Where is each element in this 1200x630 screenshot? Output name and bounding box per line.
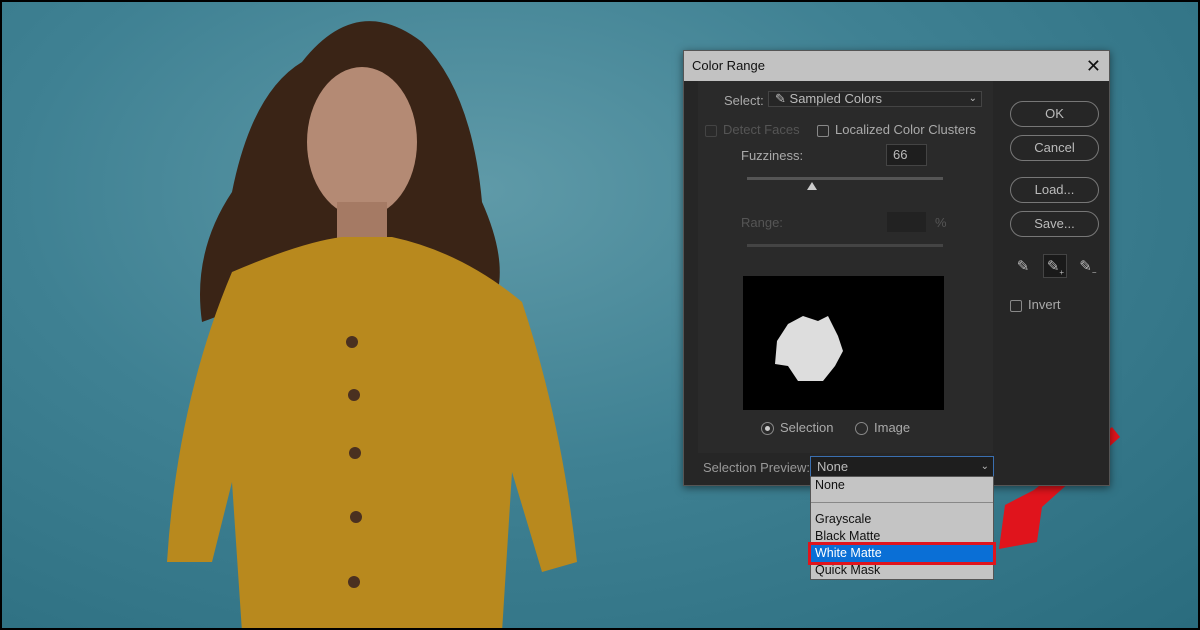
radio-image[interactable]: Image — [855, 420, 910, 436]
close-icon[interactable]: ✕ — [1086, 51, 1101, 81]
eyedropper-plus-icon[interactable]: ✎+ — [1043, 254, 1068, 278]
select-value: Sampled Colors — [789, 91, 883, 106]
range-input — [886, 211, 927, 233]
menu-item-quick-mask[interactable]: Quick Mask — [811, 562, 993, 579]
save-button[interactable]: Save... — [1010, 211, 1099, 237]
menu-item-white-matte[interactable]: White Matte — [808, 542, 996, 565]
range-slider-track — [747, 244, 943, 247]
radio-selection[interactable]: Selection — [761, 420, 833, 436]
load-button[interactable]: Load... — [1010, 177, 1099, 203]
shirt — [167, 237, 577, 628]
menu-item-none[interactable]: None — [811, 477, 993, 494]
detect-faces-checkbox: Detect Faces — [705, 122, 800, 137]
fuzziness-slider-track[interactable] — [747, 177, 943, 180]
eyedropper-icon[interactable]: ✎ — [1011, 255, 1035, 279]
selection-preview-label: Selection Preview: — [703, 460, 810, 475]
fuzziness-label: Fuzziness: — [741, 148, 804, 163]
eyedropper-icon: ✎ — [775, 91, 786, 106]
chevron-down-icon: ⌄ — [980, 461, 989, 472]
cancel-button[interactable]: Cancel — [1010, 135, 1099, 161]
shirt-mask — [775, 316, 843, 381]
selection-preview-dropdown[interactable]: None ⌄ — [810, 456, 994, 478]
range-label: Range: — [741, 215, 783, 230]
face — [307, 67, 417, 217]
select-dropdown[interactable]: ✎ Sampled Colors ⌄ — [768, 91, 982, 107]
ok-button[interactable]: OK — [1010, 101, 1099, 127]
fuzziness-slider-thumb[interactable] — [806, 182, 817, 190]
menu-divider — [811, 494, 993, 503]
selection-preview-thumbnail — [743, 276, 944, 410]
range-unit: % — [935, 215, 947, 230]
dialog-title: Color Range — [692, 58, 765, 73]
photo-canvas: Color Range ✕ Select: ✎ Sampled Colors ⌄… — [0, 0, 1200, 630]
fuzziness-input[interactable]: 66 — [886, 144, 927, 166]
invert-checkbox[interactable]: Invert — [1010, 297, 1061, 312]
dialog-titlebar: Color Range ✕ — [684, 51, 1109, 81]
menu-item-black-matte[interactable]: Black Matte — [811, 528, 993, 545]
localized-clusters-checkbox[interactable]: Localized Color Clusters — [817, 122, 976, 137]
color-range-dialog: Color Range ✕ Select: ✎ Sampled Colors ⌄… — [683, 50, 1110, 486]
chevron-down-icon: ⌄ — [968, 93, 977, 104]
select-label: Select: — [724, 93, 764, 108]
selection-preview-menu: None Grayscale Black Matte White Matte Q… — [808, 476, 996, 580]
eyedropper-minus-icon[interactable]: ✎− — [1076, 255, 1100, 279]
eyedropper-tools: ✎ ✎+ ✎− — [1011, 254, 1100, 279]
menu-item-grayscale[interactable]: Grayscale — [811, 511, 993, 528]
